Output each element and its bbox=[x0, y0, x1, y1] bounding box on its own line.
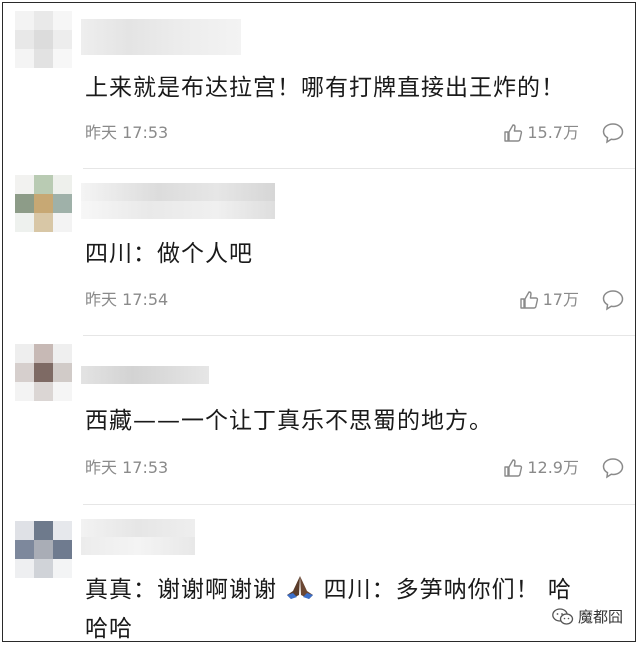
username-blurred[interactable] bbox=[81, 183, 275, 219]
comment-text: 四川：做个人吧 bbox=[85, 241, 253, 267]
thumbs-up-icon bbox=[504, 459, 523, 477]
comment-list: 上来就是布达拉宫！哪有打牌直接出王炸的！ 昨天 17:53 15.7万 四川：做… bbox=[2, 2, 636, 642]
comment-bubble-icon[interactable] bbox=[601, 288, 625, 312]
comment-bubble-icon[interactable] bbox=[601, 456, 625, 480]
username-blurred[interactable] bbox=[81, 519, 195, 555]
thumbs-up-icon bbox=[504, 124, 523, 142]
comment-text: 西藏——一个让丁真乐不思蜀的地方。 bbox=[85, 408, 493, 434]
username-blurred[interactable] bbox=[81, 19, 241, 55]
avatar[interactable] bbox=[15, 175, 73, 233]
username-blurred[interactable] bbox=[81, 366, 209, 402]
thumbs-up-icon bbox=[519, 291, 538, 309]
like-count: 12.9万 bbox=[527, 458, 579, 477]
comment-text-line1: 真真：谢谢啊谢谢 四川：多笋呐你们！ 哈 bbox=[85, 571, 572, 609]
avatar[interactable] bbox=[15, 521, 73, 579]
comment-text-part: 四川：多笋呐你们！ 哈 bbox=[323, 577, 572, 603]
comment-time: 昨天 17:53 bbox=[85, 123, 169, 142]
comment-item: 西藏——一个让丁真乐不思蜀的地方。 昨天 17:53 12.9万 bbox=[3, 336, 635, 504]
watermark: 魔都囧 bbox=[551, 606, 623, 627]
like-button[interactable]: 17万 bbox=[519, 290, 579, 310]
like-count: 15.7万 bbox=[527, 123, 579, 142]
comment-text-part: 真真：谢谢啊谢谢 bbox=[85, 577, 277, 603]
comment-time: 昨天 17:53 bbox=[85, 458, 169, 477]
like-button[interactable]: 15.7万 bbox=[503, 123, 579, 143]
like-button[interactable]: 12.9万 bbox=[503, 458, 579, 478]
comment-time: 昨天 17:54 bbox=[85, 290, 169, 309]
wechat-logo-icon bbox=[552, 607, 574, 625]
avatar[interactable] bbox=[15, 344, 73, 402]
comment-item: 真真：谢谢啊谢谢 四川：多笋呐你们！ 哈 哈哈 bbox=[3, 505, 635, 642]
comment-text-line2: 哈哈 bbox=[85, 616, 133, 642]
like-count: 17万 bbox=[542, 290, 579, 309]
watermark-text: 魔都囧 bbox=[577, 608, 623, 626]
comment-item: 四川：做个人吧 昨天 17:54 17万 bbox=[3, 169, 635, 335]
avatar[interactable] bbox=[15, 11, 73, 69]
folded-hands-emoji bbox=[287, 576, 314, 599]
comment-bubble-icon[interactable] bbox=[601, 121, 625, 145]
comment-item: 上来就是布达拉宫！哪有打牌直接出王炸的！ 昨天 17:53 15.7万 bbox=[3, 3, 635, 168]
comment-text: 上来就是布达拉宫！哪有打牌直接出王炸的！ bbox=[85, 75, 565, 101]
